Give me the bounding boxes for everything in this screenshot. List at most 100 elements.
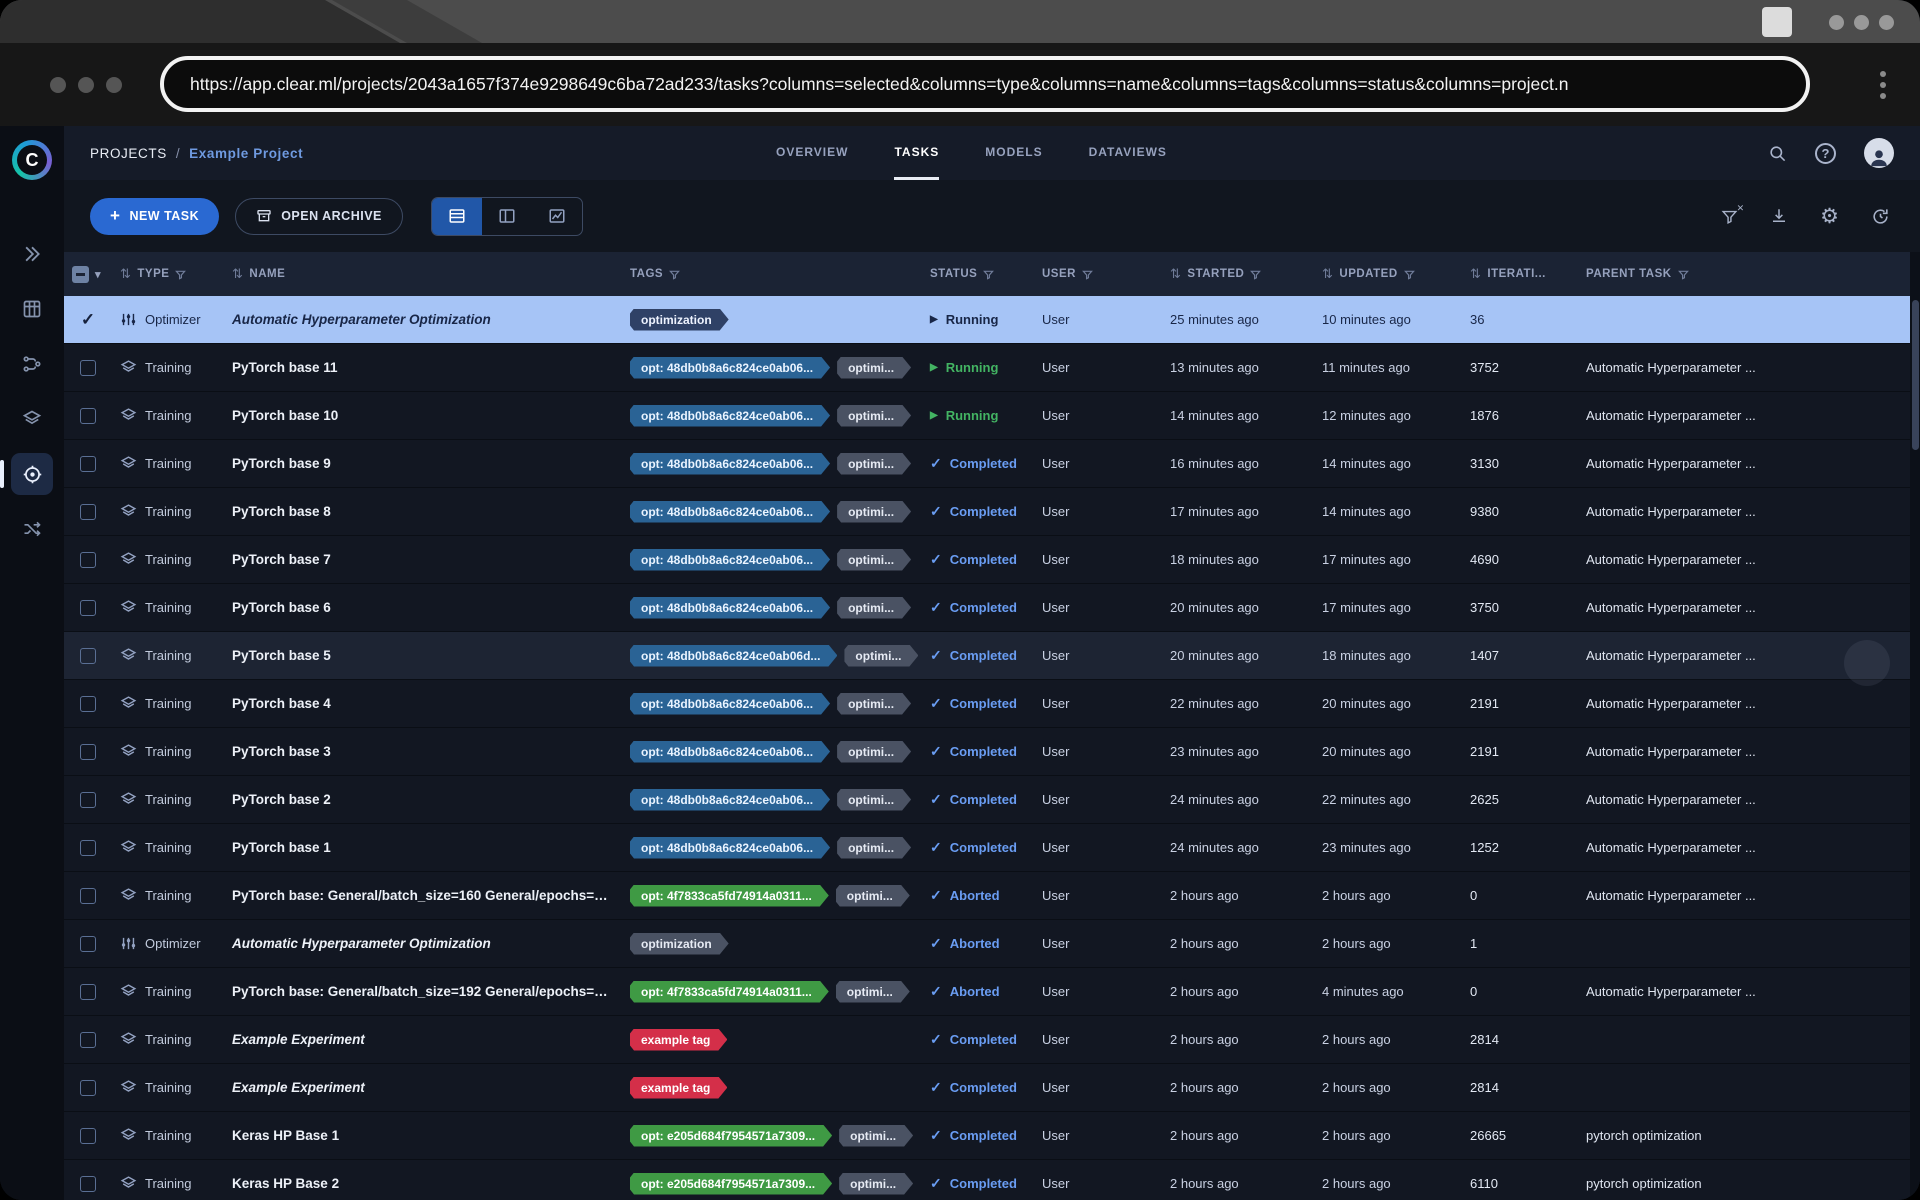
tag[interactable]: optimi... [836, 885, 910, 907]
window-controls-dots[interactable] [1829, 15, 1894, 30]
tab-dataviews[interactable]: DATAVIEWS [1089, 126, 1167, 180]
breadcrumb-projects[interactable]: PROJECTS [90, 146, 167, 161]
row-selected-check-icon[interactable]: ✓ [81, 310, 95, 330]
sort-icon[interactable]: ⇅ [1322, 266, 1333, 282]
row-checkbox[interactable] [80, 408, 96, 424]
sort-icon[interactable]: ⇅ [120, 266, 131, 282]
tag[interactable]: optimi... [839, 1125, 913, 1147]
task-name[interactable]: PyTorch base: General/batch_size=192 Gen… [224, 968, 622, 1016]
url-bar[interactable]: https://app.clear.ml/projects/2043a1657f… [160, 56, 1810, 112]
col-label-status[interactable]: STATUS [930, 268, 977, 280]
help-icon[interactable]: ? [1815, 143, 1836, 164]
split-view-button[interactable] [482, 198, 532, 235]
row-checkbox[interactable] [80, 936, 96, 952]
table-row[interactable]: TrainingPyTorch base 4opt: 48db0b8a6c824… [64, 680, 1920, 728]
table-row[interactable]: TrainingExample Experimentexample tag✓Co… [64, 1016, 1920, 1064]
task-name[interactable]: PyTorch base 10 [224, 392, 622, 440]
table-row[interactable]: TrainingExample Experimentexample tag✓Co… [64, 1064, 1920, 1112]
table-row[interactable]: TrainingPyTorch base: General/batch_size… [64, 872, 1920, 920]
tag[interactable]: optimi... [839, 1173, 913, 1195]
tag[interactable]: opt: 48db0b8a6c824ce0ab06... [630, 789, 830, 811]
sidebar-item-launch[interactable] [11, 233, 53, 275]
tag[interactable]: optimi... [837, 357, 911, 379]
vertical-scrollbar[interactable] [1910, 252, 1920, 1200]
sidebar-item-pipelines[interactable] [11, 343, 53, 385]
table-row[interactable]: TrainingPyTorch base 1opt: 48db0b8a6c824… [64, 824, 1920, 872]
table-view-button[interactable] [432, 198, 482, 235]
tag[interactable]: optimi... [836, 981, 910, 1003]
table-row[interactable]: TrainingPyTorch base 2opt: 48db0b8a6c824… [64, 776, 1920, 824]
task-name[interactable]: PyTorch base 6 [224, 584, 622, 632]
filter-icon[interactable] [175, 269, 186, 280]
row-checkbox[interactable] [80, 984, 96, 1000]
table-row[interactable]: TrainingPyTorch base 5opt: 48db0b8a6c824… [64, 632, 1920, 680]
url-text[interactable]: https://app.clear.ml/projects/2043a1657f… [190, 74, 1569, 95]
col-label-iterations[interactable]: ITERATI... [1487, 268, 1545, 280]
filter-icon[interactable] [1678, 269, 1689, 280]
tag[interactable]: optimi... [837, 741, 911, 763]
table-row[interactable]: TrainingPyTorch base 10opt: 48db0b8a6c82… [64, 392, 1920, 440]
task-name[interactable]: PyTorch base 4 [224, 680, 622, 728]
task-name[interactable]: Automatic Hyperparameter Optimization [224, 296, 622, 344]
tag[interactable]: opt: 48db0b8a6c824ce0ab06... [630, 405, 830, 427]
scrollbar-thumb[interactable] [1912, 300, 1919, 450]
col-label-updated[interactable]: UPDATED [1339, 268, 1397, 280]
tab-models[interactable]: MODELS [985, 126, 1042, 180]
task-name[interactable]: PyTorch base 3 [224, 728, 622, 776]
filter-icon[interactable] [983, 269, 994, 280]
tag[interactable]: optimi... [837, 405, 911, 427]
row-checkbox[interactable] [80, 1032, 96, 1048]
tag[interactable]: opt: 4f7833ca5fd74914a0311... [630, 885, 829, 907]
tag[interactable]: optimi... [837, 501, 911, 523]
task-name[interactable]: PyTorch base 5 [224, 632, 622, 680]
tag[interactable]: opt: e205d684f7954571a7309... [630, 1173, 832, 1195]
tag[interactable]: opt: 48db0b8a6c824ce0ab06... [630, 741, 830, 763]
task-name[interactable]: PyTorch base 7 [224, 536, 622, 584]
filter-icon[interactable] [1082, 269, 1093, 280]
avatar[interactable] [1864, 138, 1894, 168]
filter-icon[interactable] [1404, 269, 1415, 280]
tag[interactable]: opt: 48db0b8a6c824ce0ab06d... [630, 645, 837, 667]
open-archive-button[interactable]: OPEN ARCHIVE [235, 198, 403, 235]
sidebar-item-datasets[interactable] [11, 398, 53, 440]
auto-refresh-icon[interactable] [1871, 207, 1890, 226]
tag[interactable]: optimi... [837, 693, 911, 715]
row-checkbox[interactable] [80, 456, 96, 472]
row-checkbox[interactable] [80, 840, 96, 856]
tag[interactable]: optimi... [837, 549, 911, 571]
row-checkbox[interactable] [80, 600, 96, 616]
tag[interactable]: opt: 48db0b8a6c824ce0ab06... [630, 357, 830, 379]
task-name[interactable]: PyTorch base 9 [224, 440, 622, 488]
breadcrumb-current-project[interactable]: Example Project [189, 146, 303, 161]
sort-icon[interactable]: ⇅ [232, 266, 243, 282]
clear-filters-icon[interactable]: ✕ [1721, 208, 1738, 225]
sort-icon[interactable]: ⇅ [1170, 266, 1181, 282]
tag[interactable]: opt: 48db0b8a6c824ce0ab06... [630, 453, 830, 475]
tab-tasks[interactable]: TASKS [894, 126, 939, 180]
tag[interactable]: optimi... [837, 789, 911, 811]
tag[interactable]: opt: e205d684f7954571a7309... [630, 1125, 832, 1147]
table-row[interactable]: TrainingKeras HP Base 1opt: e205d684f795… [64, 1112, 1920, 1160]
row-checkbox[interactable] [80, 1176, 96, 1192]
table-row[interactable]: ✓OptimizerAutomatic Hyperparameter Optim… [64, 296, 1920, 344]
search-icon[interactable] [1768, 144, 1787, 163]
row-checkbox[interactable] [80, 504, 96, 520]
table-row[interactable]: TrainingPyTorch base: General/batch_size… [64, 968, 1920, 1016]
table-row[interactable]: TrainingPyTorch base 3opt: 48db0b8a6c824… [64, 728, 1920, 776]
row-checkbox[interactable] [80, 744, 96, 760]
table-row[interactable]: OptimizerAutomatic Hyperparameter Optimi… [64, 920, 1920, 968]
tag[interactable]: opt: 48db0b8a6c824ce0ab06... [630, 837, 830, 859]
filter-icon[interactable] [669, 269, 680, 280]
tag[interactable]: opt: 48db0b8a6c824ce0ab06... [630, 501, 830, 523]
tag[interactable]: optimi... [837, 597, 911, 619]
sidebar-item-projects[interactable] [11, 453, 53, 495]
tag[interactable]: example tag [630, 1077, 727, 1099]
tab-overview[interactable]: OVERVIEW [776, 126, 848, 180]
col-label-started[interactable]: STARTED [1187, 268, 1244, 280]
table-row[interactable]: TrainingPyTorch base 7opt: 48db0b8a6c824… [64, 536, 1920, 584]
sidebar-item-workers-queues[interactable] [11, 508, 53, 550]
tag[interactable]: optimi... [844, 645, 918, 667]
browser-menu-icon[interactable] [1880, 71, 1886, 99]
task-name[interactable]: Example Experiment [224, 1064, 622, 1112]
row-checkbox[interactable] [80, 1128, 96, 1144]
